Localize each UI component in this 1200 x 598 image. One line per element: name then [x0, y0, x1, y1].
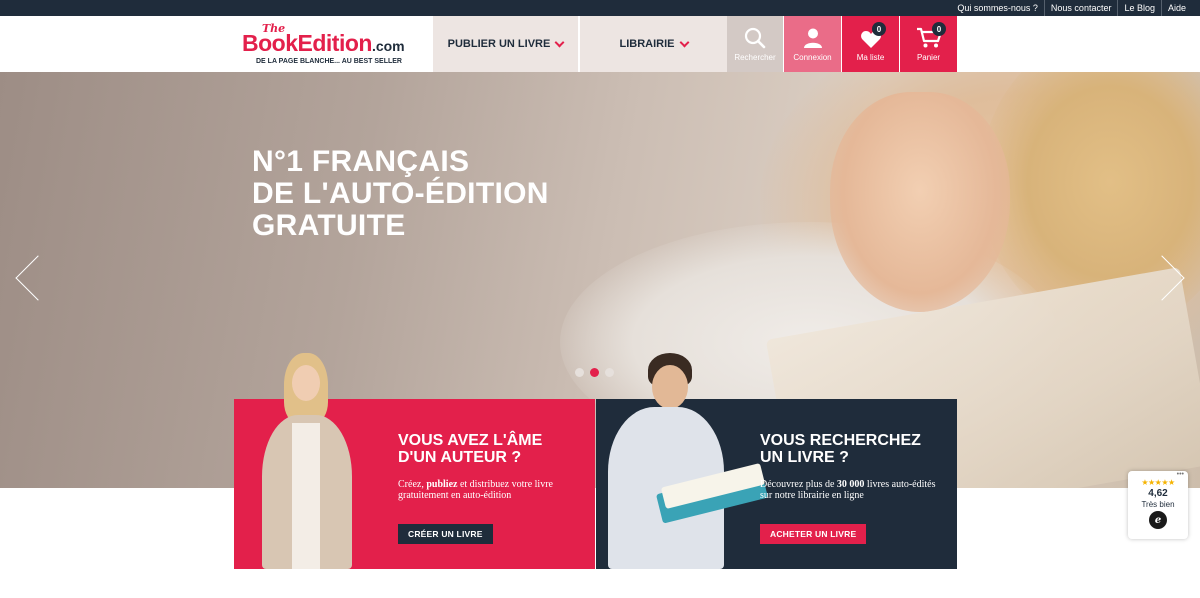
woman-with-pencil-image [256, 353, 356, 569]
author-title-line-2: D'UN AUTEUR ? [398, 449, 522, 466]
help-link[interactable]: Aide [1160, 0, 1192, 16]
search-label: Rechercher [734, 53, 776, 62]
contact-link[interactable]: Nous contacter [1043, 0, 1118, 16]
more-icon[interactable]: ••• [1177, 471, 1184, 478]
author-card-title: VOUS AVEZ L'ÂME D'UN AUTEUR ? [398, 432, 542, 466]
site-logo[interactable]: The BookEdition.com DE LA PAGE BLANCHE..… [236, 16, 433, 72]
rating-stars-icon: ★★★★★ [1141, 478, 1175, 487]
author-title-line-1: VOUS AVEZ L'ÂME [398, 432, 543, 449]
reader-title-line-1: VOUS RECHERCHEZ [760, 432, 921, 449]
slider-prev-arrow-icon[interactable] [15, 255, 61, 301]
cart-button[interactable]: 0 Panier [900, 16, 957, 72]
trusted-shops-badge[interactable]: ••• ★★★★★ 4,62 Très bien e [1128, 471, 1188, 539]
woman-shirt [292, 423, 320, 569]
logo-brand-main: BookEditi [242, 30, 345, 56]
site-header: The BookEdition.com DE LA PAGE BLANCHE..… [0, 16, 1200, 72]
man-face [652, 365, 688, 409]
hero-line-2: DE L'AUTO-ÉDITION [252, 177, 549, 210]
create-book-button[interactable]: CRÉER UN LIVRE [398, 524, 493, 544]
hero-headline: N°1 FRANÇAIS DE L'AUTO-ÉDITION GRATUITE [252, 146, 549, 242]
blog-link[interactable]: Le Blog [1117, 0, 1161, 16]
nav-bookstore[interactable]: LIBRAIRIE [580, 16, 727, 72]
user-icon [803, 28, 822, 48]
reader-promo-card: VOUS RECHERCHEZ UN LIVRE ? Découvrez plu… [596, 353, 957, 569]
trust-seal-icon: e [1149, 511, 1167, 529]
reader-text-bold: 30 000 [836, 479, 865, 490]
hero-line-1: N°1 FRANÇAIS [252, 145, 470, 178]
man-reading-image [600, 353, 769, 569]
buy-book-button[interactable]: ACHETER UN LIVRE [760, 524, 867, 544]
top-links: Qui sommes-nous ? Nous contacter Le Blog… [951, 0, 1192, 16]
cart-count-badge: 0 [932, 22, 946, 36]
nav-publish-book[interactable]: PUBLIER UN LIVRE [433, 16, 579, 72]
about-link[interactable]: Qui sommes-nous ? [951, 0, 1044, 16]
nav-publish-label: PUBLIER UN LIVRE [447, 38, 551, 50]
logo-dotcom: .com [371, 38, 405, 54]
author-text-bold: publiez [426, 479, 458, 490]
rating-label: Très bien [1141, 500, 1175, 509]
woman-face [292, 365, 320, 401]
slider-dot-2[interactable] [590, 368, 599, 377]
slider-dot-1[interactable] [575, 368, 584, 377]
wishlist-count-badge: 0 [872, 22, 886, 36]
reader-card-text: Découvrez plus de 30 000 livres auto-édi… [760, 479, 940, 501]
logo-brand: BookEdition.com [242, 30, 405, 57]
search-button[interactable]: Rechercher [727, 16, 783, 72]
rating-score: 4,62 [1148, 488, 1168, 499]
author-card-text: Créez, publiez et distribuez votre livre… [398, 479, 578, 501]
wishlist-button[interactable]: 0 Ma liste [842, 16, 899, 72]
nav-bookstore-label: LIBRAIRIE [619, 38, 675, 50]
hero-photo-face [830, 92, 1010, 312]
cart-label: Panier [916, 53, 941, 62]
logo-tagline: DE LA PAGE BLANCHE... AU BEST SELLER [256, 58, 402, 65]
wishlist-label: Ma liste [856, 53, 885, 62]
chevron-down-icon [554, 37, 565, 47]
hero-line-3: GRATUITE [252, 209, 406, 242]
author-text-pre: Créez, [398, 479, 427, 490]
login-button[interactable]: Connexion [784, 16, 841, 72]
reader-text-pre: Découvrez plus de [760, 479, 837, 490]
logo-brand-end: on [344, 30, 373, 56]
search-icon [744, 27, 766, 49]
chevron-down-icon [679, 37, 689, 47]
reader-card-title: VOUS RECHERCHEZ UN LIVRE ? [760, 432, 921, 466]
top-utility-bar: Qui sommes-nous ? Nous contacter Le Blog… [0, 0, 1200, 16]
login-label: Connexion [793, 53, 832, 62]
author-promo-card: VOUS AVEZ L'ÂME D'UN AUTEUR ? Créez, pub… [234, 353, 595, 569]
reader-title-line-2: UN LIVRE ? [760, 449, 849, 466]
